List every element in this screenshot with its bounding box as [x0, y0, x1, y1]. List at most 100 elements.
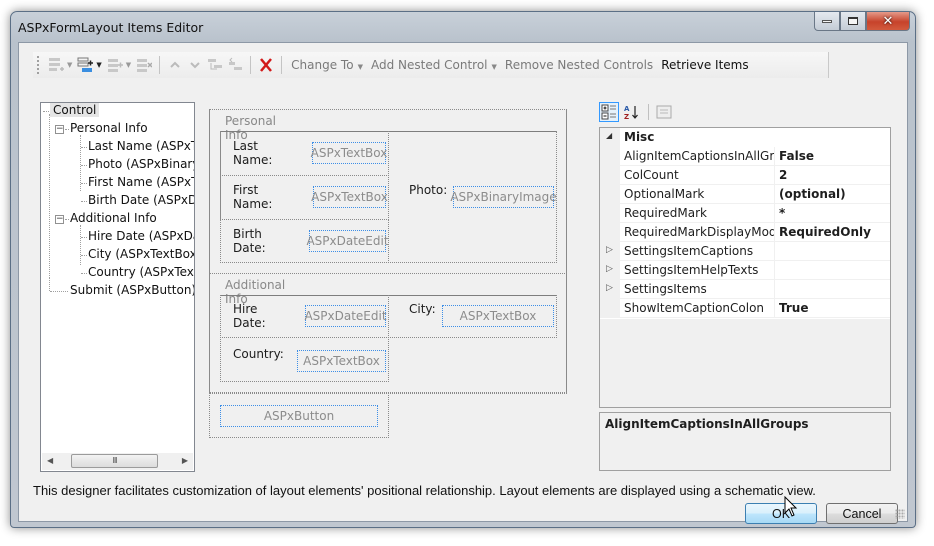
property-row[interactable]: ▷ SettingsItems	[600, 280, 890, 299]
property-value[interactable]	[775, 280, 890, 299]
tree-connector	[65, 129, 69, 130]
alphabetical-button[interactable]: AZ	[621, 102, 641, 122]
tree-node-additional-info[interactable]: Additional Info	[70, 211, 157, 225]
maximize-icon	[848, 17, 858, 25]
delete-icon[interactable]	[257, 56, 275, 74]
label-country: Country:	[233, 347, 284, 361]
control-city[interactable]: ASPxTextBox	[442, 305, 554, 327]
change-to-button[interactable]: Change To ▼	[291, 58, 363, 72]
outdent-icon[interactable]	[226, 56, 244, 74]
property-row[interactable]: AlignItemCaptionsInAllGroupsFalse	[600, 147, 890, 166]
tree-node-birth-date[interactable]: Birth Date (ASPxDateEdit)	[88, 193, 194, 207]
tree-node-submit[interactable]: Submit (ASPxButton)	[70, 283, 194, 297]
cancel-button[interactable]: Cancel	[826, 503, 898, 524]
property-pages-button[interactable]	[654, 102, 674, 122]
tree-node-hire-date[interactable]: Hire Date (ASPxDateEdit)	[88, 229, 194, 243]
add-item-after-icon[interactable]	[106, 56, 124, 74]
indent-icon[interactable]	[206, 56, 224, 74]
chevron-down-icon: ▼	[357, 63, 363, 71]
property-row[interactable]: ColCount 2	[600, 166, 890, 185]
label-birth-date: Birth Date:	[233, 227, 266, 255]
control-photo[interactable]: ASPxBinaryImage	[450, 186, 557, 208]
tree-connector	[50, 291, 68, 292]
delete-item-icon[interactable]	[135, 56, 153, 74]
property-value[interactable]	[775, 261, 890, 280]
categorized-button[interactable]	[599, 102, 619, 122]
control-hire-date[interactable]: ASPxDateEdit	[304, 305, 387, 327]
property-row[interactable]: ▷ SettingsItemHelpTexts	[600, 261, 890, 280]
caption-buttons: ✕	[814, 12, 910, 31]
tree-node-country[interactable]: Country (ASPxTextBox)	[88, 265, 194, 279]
expand-property-icon[interactable]: ▷	[606, 283, 613, 293]
property-row[interactable]: RequiredMark *	[600, 204, 890, 223]
toolbar-grip[interactable]	[37, 56, 40, 74]
tree-node-control[interactable]: Control	[50, 103, 100, 117]
control-submit[interactable]: ASPxButton	[220, 405, 378, 427]
expand-property-icon[interactable]: ▷	[606, 264, 613, 274]
property-name: ShowItemCaptionColon	[620, 299, 775, 318]
move-up-icon[interactable]	[166, 56, 184, 74]
label-hire-date: Hire Date:	[233, 302, 266, 330]
control-country[interactable]: ASPxTextBox	[297, 350, 386, 372]
tree-connector	[81, 237, 87, 238]
remove-nested-controls-button[interactable]: Remove Nested Controls	[505, 58, 653, 72]
close-icon: ✕	[882, 13, 894, 29]
add-item-icon[interactable]	[47, 56, 65, 74]
move-down-icon[interactable]	[186, 56, 204, 74]
property-value[interactable]: RequiredOnly	[775, 223, 890, 242]
property-row[interactable]: RequiredMarkDisplayMode RequiredOnly	[600, 223, 890, 242]
property-grid[interactable]: ◢ Misc AlignItemCaptionsInAllGroupsFalse…	[599, 127, 891, 408]
horizontal-scrollbar[interactable]: ◀ III ▶	[42, 453, 193, 470]
add-group-dropdown[interactable]: ▼	[96, 61, 101, 69]
property-value[interactable]: True	[775, 299, 890, 318]
collapse-icon[interactable]: −	[55, 125, 64, 134]
tree-connector	[49, 278, 50, 291]
property-name: SettingsItemCaptions	[620, 242, 775, 261]
title-bar[interactable]: ASPxFormLayout Items Editor ✕	[11, 12, 915, 42]
collapse-icon[interactable]: −	[55, 215, 64, 224]
property-description-title: AlignItemCaptionsInAllGroups	[605, 417, 809, 431]
expand-property-icon[interactable]: ▷	[606, 245, 613, 255]
property-name: RequiredMark	[620, 204, 775, 223]
minimize-icon	[822, 19, 832, 23]
items-tree[interactable]: Control − Personal Info Last Name (ASPxT…	[40, 102, 195, 472]
scrollbar-thumb[interactable]: III	[71, 454, 158, 468]
tree-node-first-name[interactable]: First Name (ASPxTextBox)	[88, 175, 194, 189]
ok-button[interactable]: OK	[745, 503, 817, 524]
scroll-right-icon[interactable]: ▶	[182, 456, 188, 465]
control-birth-date[interactable]: ASPxDateEdit	[306, 230, 389, 252]
property-row[interactable]: ▷ SettingsItemCaptions	[600, 242, 890, 261]
retrieve-items-button[interactable]: Retrieve Items	[661, 58, 748, 72]
tree-node-city[interactable]: City (ASPxTextBox)	[88, 247, 194, 261]
control-first-name[interactable]: ASPxTextBox	[311, 186, 388, 208]
property-row[interactable]: OptionalMark (optional)	[600, 185, 890, 204]
collapse-category-icon[interactable]: ◢	[606, 131, 612, 140]
property-value[interactable]: False	[775, 147, 890, 166]
property-value[interactable]	[775, 242, 890, 261]
property-value[interactable]: *	[775, 204, 890, 223]
close-button[interactable]: ✕	[866, 12, 910, 31]
add-group-icon[interactable]	[76, 56, 94, 74]
resize-grip[interactable]	[895, 509, 905, 519]
svg-text:Z: Z	[624, 113, 629, 120]
tree-connector	[80, 225, 81, 265]
designer-info-text: This designer facilitates customization …	[33, 483, 816, 498]
property-name: SettingsItemHelpTexts	[620, 261, 775, 280]
add-item-dropdown[interactable]: ▼	[67, 61, 72, 69]
property-row[interactable]: ShowItemCaptionColon True	[600, 299, 890, 318]
minimize-button[interactable]	[814, 12, 840, 31]
add-nested-control-button[interactable]: Add Nested Control ▼	[371, 58, 497, 72]
tree-node-personal-info[interactable]: Personal Info	[70, 121, 148, 135]
control-last-name[interactable]: ASPxTextBox	[311, 142, 387, 164]
property-value[interactable]: 2	[775, 166, 890, 185]
property-value[interactable]: (optional)	[775, 185, 890, 204]
scroll-left-icon[interactable]: ◀	[47, 456, 53, 465]
maximize-button[interactable]	[840, 12, 866, 31]
category-row-misc[interactable]: ◢ Misc	[600, 128, 890, 147]
tree-connector	[81, 165, 87, 166]
tree-node-last-name[interactable]: Last Name (ASPxTextBox)	[88, 139, 194, 153]
add-item-after-dropdown[interactable]: ▼	[126, 61, 131, 69]
svg-text:A: A	[624, 105, 630, 113]
tree-node-photo[interactable]: Photo (ASPxBinaryImage)	[88, 157, 194, 171]
window-title: ASPxFormLayout Items Editor	[18, 20, 204, 35]
